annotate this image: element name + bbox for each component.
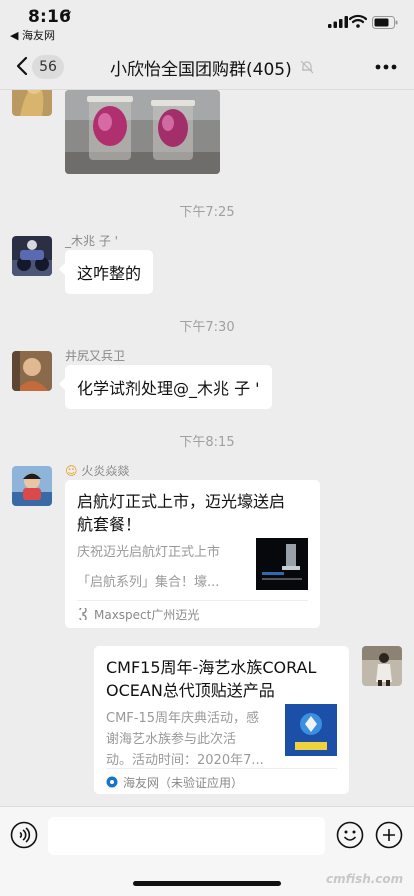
chat-header: 56 小欣怡全国团购群(405) [0,44,414,90]
link-card[interactable]: 启航灯正式上市，迈光壕送启 航套餐！ 庆祝迈光启航灯正式上市 「启航系列」集合！… [65,480,320,628]
image-message[interactable] [65,90,220,174]
emoji-icon: ☺ [65,464,78,478]
back-to-app-link[interactable]: ◀ 海友网 [10,27,55,43]
text-message[interactable]: 这咋整的 [58,250,154,294]
status-bar: 8:16 ◀ 海友网 [0,0,414,44]
avatar[interactable] [12,466,52,506]
mini-program-icon [79,608,87,620]
unread-count-badge[interactable]: 56 [32,55,64,79]
card-source: Maxspect广州迈光 [77,600,308,624]
cellular-signal-icon [328,16,348,28]
more-options-icon[interactable] [375,64,397,70]
sender-name: ☺ 火炎焱燚 [65,464,130,478]
avatar[interactable] [12,351,52,391]
card-source: 海友网（未验证应用） [106,768,337,792]
mute-bell-icon [300,60,314,74]
chat-title: 小欣怡全国团购群(405) [110,60,292,80]
sender-name: 井尻又兵卫 [65,349,126,363]
card-description: CMF-15周年庆典活动，感 谢海艺水族参与此次活 动。活动时间：2020年7.… [106,711,264,768]
message-list[interactable]: 下午7:25 _木兆 子 ' 这咋整的 下午7:30 井尻又兵卫 化学试剂处理@… [0,90,414,806]
timestamp: 下午7:30 [179,320,235,335]
card-title: CMF15周年-海艺水族CORAL OCEAN总代顶贴送产品 [106,658,317,700]
card-thumbnail [285,704,337,756]
card-title: 启航灯正式上市，迈光壕送启 航套餐！ [77,492,286,534]
avatar[interactable] [12,90,52,116]
message-input[interactable] [48,817,325,855]
timestamp: 下午7:25 [179,205,235,220]
plus-icon[interactable] [375,821,403,849]
timestamp: 下午8:15 [179,435,235,450]
back-chevron-icon[interactable] [14,56,30,76]
text-message[interactable]: 化学试剂处理@_木兆 子 ' [59,365,272,409]
emoji-icon[interactable] [336,821,364,849]
avatar[interactable] [12,236,52,276]
card-description: 庆祝迈光启航灯正式上市 「启航系列」集合！壕... [77,545,221,590]
sender-name: _木兆 子 ' [65,234,118,248]
app-icon [106,776,118,788]
wifi-icon [349,14,367,28]
watermark: cmfish.com [326,872,404,886]
avatar[interactable] [362,646,402,686]
location-arrow-icon [63,11,71,19]
home-indicator[interactable] [133,881,281,886]
link-card[interactable]: CMF15周年-海艺水族CORAL OCEAN总代顶贴送产品 CMF-15周年庆… [94,646,349,794]
battery-icon [372,16,398,29]
voice-input-icon[interactable] [10,821,38,849]
card-thumbnail [256,538,308,590]
